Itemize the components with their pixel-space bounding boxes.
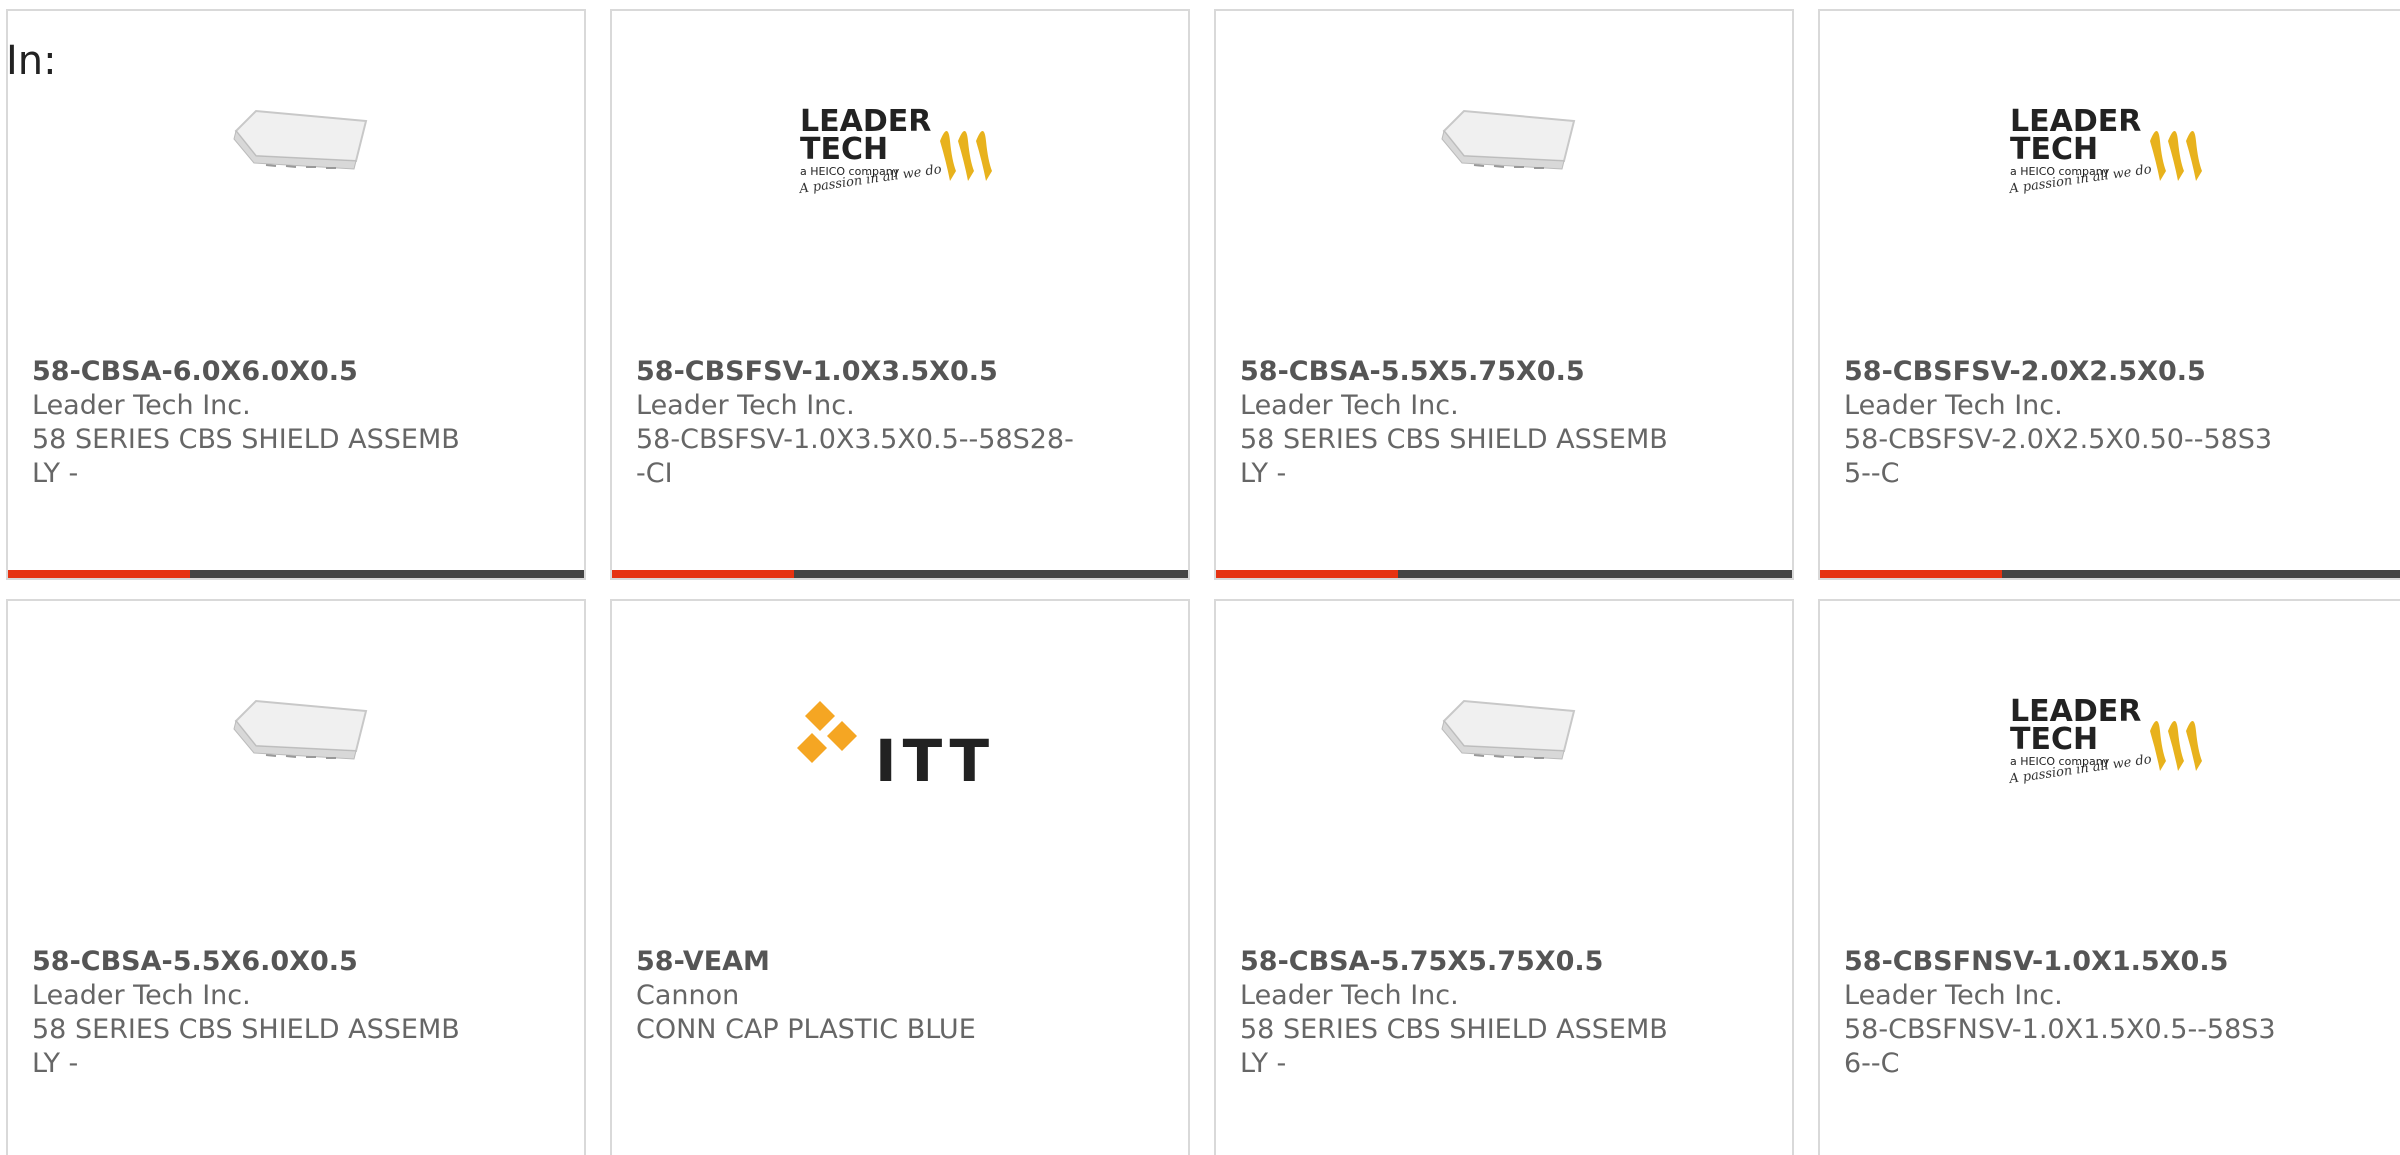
product-image[interactable] xyxy=(1216,691,1792,861)
svg-text:TECH: TECH xyxy=(2010,132,2098,167)
manufacturer: Leader Tech Inc. xyxy=(32,980,251,1011)
manufacturer: Leader Tech Inc. xyxy=(1844,390,2063,421)
description: 58 SERIES CBS SHIELD ASSEMBLY - xyxy=(32,1014,460,1079)
card-accent xyxy=(8,570,190,578)
manufacturer: Leader Tech Inc. xyxy=(636,390,855,421)
product-card[interactable]: 58-CBSA-5.75X5.75X0.5 Leader Tech Inc. 5… xyxy=(1214,599,1794,1155)
manufacturer: Cannon xyxy=(636,980,740,1011)
product-image[interactable]: ITT xyxy=(612,691,1188,861)
product-image[interactable]: LEADER TECH a HEICO company A passion in… xyxy=(1820,691,2400,861)
manufacturer: Leader Tech Inc. xyxy=(1240,390,1459,421)
part-number[interactable]: 58-CBSA-5.5X5.75X0.5 xyxy=(1240,355,1768,389)
svg-text:TECH: TECH xyxy=(2010,722,2098,757)
product-card[interactable]: LEADER TECH a HEICO company A passion in… xyxy=(610,9,1190,580)
product-card[interactable]: 58-CBSA-5.5X5.75X0.5 Leader Tech Inc. 58… xyxy=(1214,9,1794,580)
in-label: In: xyxy=(6,38,57,84)
description: 58-CBSFNSV-1.0X1.5X0.5--58S36--C xyxy=(1844,1014,2276,1079)
part-number[interactable]: 58-CBSFSV-1.0X3.5X0.5 xyxy=(636,355,1164,389)
product-card[interactable]: LEADER TECH a HEICO company A passion in… xyxy=(1818,599,2400,1155)
product-image[interactable]: LEADER TECH a HEICO company A passion in… xyxy=(612,101,1188,271)
description: 58 SERIES CBS SHIELD ASSEMBLY - xyxy=(32,424,460,489)
description: 58-CBSFSV-1.0X3.5X0.5--58S28--CI xyxy=(636,424,1074,489)
product-image[interactable] xyxy=(8,691,584,861)
card-footer-bar xyxy=(612,570,1188,578)
product-image[interactable] xyxy=(8,101,584,271)
card-footer-bar xyxy=(1820,570,2400,578)
product-card[interactable]: 58-CBSA-6.0X6.0X0.5 Leader Tech Inc. 58 … xyxy=(6,9,586,580)
part-number[interactable]: 58-CBSA-5.5X6.0X0.5 xyxy=(32,945,560,979)
manufacturer: Leader Tech Inc. xyxy=(1844,980,2063,1011)
card-accent xyxy=(612,570,794,578)
card-footer-bar xyxy=(8,570,584,578)
leader-tech-logo-icon: LEADER TECH a HEICO company A passion in… xyxy=(797,104,992,197)
product-card[interactable]: 58-CBSA-5.5X6.0X0.5 Leader Tech Inc. 58 … xyxy=(6,599,586,1155)
card-footer-bar xyxy=(1216,570,1792,578)
part-number[interactable]: 58-CBSA-6.0X6.0X0.5 xyxy=(32,355,560,389)
itt-logo-icon: ITT xyxy=(797,701,995,795)
leader-tech-logo-icon: LEADER TECH a HEICO company A passion in… xyxy=(2007,104,2202,197)
shield-photo-icon xyxy=(1441,699,1576,760)
product-card[interactable]: LEADER TECH a HEICO company A passion in… xyxy=(1818,9,2400,580)
product-grid-page: In: 58-CBSA-6.0X6.0X0.5 Leader Tech Inc.… xyxy=(0,0,2400,1155)
product-card[interactable]: ITT 58-VEAM Cannon CONN CAP PLASTIC BLUE xyxy=(610,599,1190,1155)
shield-photo-icon xyxy=(1441,109,1576,170)
svg-text:TECH: TECH xyxy=(800,132,888,167)
svg-text:ITT: ITT xyxy=(875,727,995,795)
part-number[interactable]: 58-CBSFNSV-1.0X1.5X0.5 xyxy=(1844,945,2376,979)
description: 58 SERIES CBS SHIELD ASSEMBLY - xyxy=(1240,1014,1668,1079)
part-number[interactable]: 58-CBSFSV-2.0X2.5X0.5 xyxy=(1844,355,2376,389)
part-number[interactable]: 58-VEAM xyxy=(636,945,1164,979)
shield-photo-icon xyxy=(233,699,368,760)
description: CONN CAP PLASTIC BLUE xyxy=(636,1014,976,1045)
card-accent xyxy=(1820,570,2002,578)
part-number[interactable]: 58-CBSA-5.75X5.75X0.5 xyxy=(1240,945,1768,979)
shield-photo-icon xyxy=(233,109,368,170)
description: 58 SERIES CBS SHIELD ASSEMBLY - xyxy=(1240,424,1668,489)
card-accent xyxy=(1216,570,1398,578)
manufacturer: Leader Tech Inc. xyxy=(32,390,251,421)
product-image[interactable]: LEADER TECH a HEICO company A passion in… xyxy=(1820,101,2400,271)
description: 58-CBSFSV-2.0X2.5X0.50--58S35--C xyxy=(1844,424,2273,489)
leader-tech-logo-icon: LEADER TECH a HEICO company A passion in… xyxy=(2007,694,2202,787)
product-image[interactable] xyxy=(1216,101,1792,271)
manufacturer: Leader Tech Inc. xyxy=(1240,980,1459,1011)
